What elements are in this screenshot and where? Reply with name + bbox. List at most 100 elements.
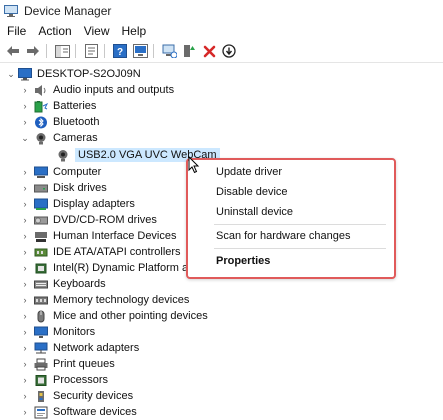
tree-item-keyboards[interactable]: › Keyboards (20, 276, 106, 292)
properties-icon[interactable] (82, 42, 100, 60)
menu-disable-device[interactable]: Disable device (216, 186, 288, 198)
tree-item-label: Keyboards (53, 278, 106, 290)
update-driver-icon[interactable] (160, 42, 178, 60)
tree-item-label: IDE ATA/ATAPI controllers (53, 246, 181, 258)
ide-controller-icon (34, 248, 48, 256)
chevron-right-icon[interactable]: › (20, 101, 30, 111)
tree-item-label: Memory technology devices (53, 294, 190, 306)
tree-item-hid[interactable]: › Human Interface Devices (20, 228, 177, 244)
window-title: Device Manager (24, 4, 112, 18)
menu-properties[interactable]: Properties (216, 255, 270, 267)
toolbar-separator (46, 44, 47, 58)
chevron-right-icon[interactable]: › (20, 199, 30, 209)
keyboard-icon (34, 280, 48, 288)
hid-icon (35, 231, 47, 242)
menu-help[interactable]: Help (116, 24, 153, 38)
tree-item-label: Batteries (53, 100, 97, 112)
computer-icon (18, 67, 32, 80)
mouse-cursor-icon (188, 156, 200, 174)
tree-item-dvd[interactable]: › DVD/CD-ROM drives (20, 212, 157, 228)
menu-file[interactable]: File (0, 24, 32, 38)
tree-root-label: DESKTOP-S2OJ09N (37, 68, 141, 80)
chevron-right-icon[interactable]: › (20, 117, 30, 127)
menu-update-driver[interactable]: Update driver (216, 166, 282, 178)
toolbar-separator (104, 44, 105, 58)
menu-separator (214, 224, 386, 225)
menu-separator (214, 248, 386, 249)
chevron-right-icon[interactable]: › (20, 327, 30, 337)
tree-item-memory[interactable]: › Memory technology devices (20, 292, 190, 308)
tree-item-label: Human Interface Devices (53, 230, 177, 242)
software-icon (34, 406, 48, 418)
mouse-icon (37, 310, 45, 322)
title-bar: Device Manager (0, 0, 443, 22)
tree-item-network[interactable]: › Network adapters (20, 340, 139, 356)
menu-uninstall-device[interactable]: Uninstall device (216, 206, 293, 218)
tree-item-label: Bluetooth (53, 116, 100, 128)
tree-item-computer[interactable]: › Computer (20, 164, 101, 180)
computer-icon (34, 166, 48, 178)
tree-item-monitors[interactable]: › Monitors (20, 324, 95, 340)
uninstall-icon[interactable] (200, 42, 218, 60)
chevron-right-icon[interactable]: › (20, 407, 30, 417)
tree-item-label: Computer (53, 166, 102, 178)
webcam-icon (58, 149, 68, 161)
tree-item-label: DVD/CD-ROM drives (53, 214, 157, 226)
menu-scan-hardware[interactable]: Scan for hardware changes (216, 230, 351, 242)
chevron-right-icon[interactable]: › (20, 85, 30, 95)
battery-icon (34, 100, 48, 112)
menu-view[interactable]: View (78, 24, 116, 38)
chevron-right-icon[interactable]: › (20, 311, 30, 321)
tree-item-ide[interactable]: › IDE ATA/ATAPI controllers (20, 244, 181, 260)
tree-item-label: Print queues (53, 358, 115, 370)
tree-item-processors[interactable]: › Processors (20, 372, 109, 388)
toolbar-divider (0, 62, 443, 63)
tree-item-disk-drives[interactable]: › Disk drives (20, 180, 107, 196)
scan-hardware-icon[interactable] (131, 42, 149, 60)
tree-item-security[interactable]: › Security devices (20, 388, 134, 404)
help-icon[interactable]: ? (111, 42, 129, 60)
chip-icon (35, 263, 47, 273)
chevron-down-icon[interactable]: ⌄ (20, 133, 30, 143)
chevron-right-icon[interactable]: › (20, 167, 30, 177)
chevron-right-icon[interactable]: › (20, 295, 30, 305)
forward-arrow-icon[interactable] (24, 42, 42, 60)
tree-item-label: Mice and other pointing devices (53, 310, 208, 322)
chevron-down-icon[interactable]: ⌄ (6, 69, 16, 79)
tree-item-label: Network adapters (53, 342, 140, 354)
tree-item-bluetooth[interactable]: › Bluetooth (20, 114, 99, 130)
network-icon (34, 342, 48, 353)
tree-item-software-devices[interactable]: › Software devices (20, 404, 137, 420)
disable-device-icon[interactable] (220, 42, 238, 60)
monitor-icon (34, 326, 48, 338)
chevron-right-icon[interactable]: › (20, 183, 30, 193)
tree-item-batteries[interactable]: › Batteries (20, 98, 96, 114)
tree-item-label: Display adapters (53, 198, 135, 210)
chevron-right-icon[interactable]: › (20, 215, 30, 225)
tree-item-mice[interactable]: › Mice and other pointing devices (20, 308, 208, 324)
tree-item-cameras[interactable]: ⌄ Cameras (20, 130, 98, 146)
chevron-right-icon[interactable]: › (20, 247, 30, 257)
menu-action[interactable]: Action (32, 24, 77, 38)
chevron-right-icon[interactable]: › (20, 231, 30, 241)
menu-bar: File Action View Help (0, 22, 443, 40)
chevron-right-icon[interactable]: › (20, 263, 30, 273)
tree-item-label: Disk drives (53, 182, 107, 194)
toolbar-separator (153, 44, 154, 58)
chevron-right-icon[interactable]: › (20, 391, 30, 401)
tree-item-print-queues[interactable]: › Print queues (20, 356, 115, 372)
show-hide-console-tree-icon[interactable] (53, 42, 71, 60)
tree-root[interactable]: ⌄ DESKTOP-S2OJ09N (6, 66, 141, 82)
chevron-right-icon[interactable]: › (20, 359, 30, 369)
back-arrow-icon[interactable] (4, 42, 22, 60)
memory-icon (34, 296, 48, 304)
tree-item-label: Monitors (53, 326, 96, 338)
tree-item-intel[interactable]: › Intel(R) Dynamic Platform a (20, 260, 189, 276)
tree-item-display-adapters[interactable]: › Display adapters (20, 196, 135, 212)
tree-item-audio[interactable]: › Audio inputs and outputs (20, 82, 175, 98)
chevron-right-icon[interactable]: › (20, 279, 30, 289)
chevron-right-icon[interactable]: › (20, 343, 30, 353)
chevron-right-icon[interactable]: › (20, 375, 30, 385)
tree-item-label: Software devices (53, 406, 137, 418)
update-driver-green-icon[interactable] (180, 42, 198, 60)
